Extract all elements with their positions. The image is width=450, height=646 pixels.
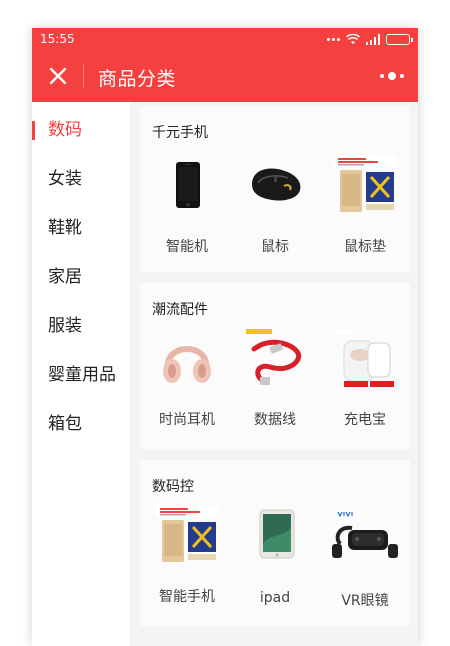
section-budget-phones: 千元手机 智能机 鼠标 鼠标垫 xyxy=(140,106,410,272)
power-bank-icon xyxy=(338,329,394,387)
status-bar: 15:55 xyxy=(32,28,418,50)
product-mouse[interactable]: 鼠标 xyxy=(230,156,320,255)
phone-screen: 15:55 商品分类 数码 女装 鞋靴 家居 服装 婴童用品 箱包 千元手机 智… xyxy=(32,28,418,646)
section-title: 千元手机 xyxy=(152,125,208,141)
product-power-bank[interactable]: 充电宝 xyxy=(320,329,410,428)
sidebar-item-baby[interactable]: 婴童用品 xyxy=(32,351,130,400)
sidebar-item-digital[interactable]: 数码 xyxy=(32,106,130,155)
product-data-cable[interactable]: 数据线 xyxy=(230,329,320,428)
sidebar-item-home[interactable]: 家居 xyxy=(32,253,130,302)
status-icons xyxy=(327,33,413,45)
section-trendy-accessories: 潮流配件 时尚耳机 数据线 充电宝 xyxy=(140,283,410,449)
vr-headset-icon xyxy=(332,511,398,558)
product-headphones[interactable]: 时尚耳机 xyxy=(142,329,232,428)
sidebar-item-shoes[interactable]: 鞋靴 xyxy=(32,204,130,253)
promo-phone-box-icon xyxy=(156,506,218,562)
product-mousepad[interactable]: 鼠标垫 xyxy=(320,156,410,255)
section-title: 数码控 xyxy=(152,479,194,495)
notification-dots-icon xyxy=(327,37,340,41)
gaming-mouse-icon xyxy=(252,168,301,201)
signal-icon xyxy=(366,33,380,45)
header-divider xyxy=(83,64,84,88)
product-label: 时尚耳机 xyxy=(159,412,215,428)
product-vr-headset[interactable]: VR眼镜 xyxy=(320,506,410,609)
section-digital-fans: 数码控 智能手机 ipad VR眼镜 xyxy=(140,460,410,626)
sidebar-item-womens-wear[interactable]: 女装 xyxy=(32,155,130,204)
page-title: 商品分类 xyxy=(98,68,177,90)
battery-icon xyxy=(386,33,413,45)
more-options-icon[interactable] xyxy=(380,70,404,82)
black-phone-icon xyxy=(176,162,200,208)
sidebar-item-clothing[interactable]: 服装 xyxy=(32,302,130,351)
header-bar: 商品分类 xyxy=(32,50,418,102)
promo-phone-box-icon xyxy=(334,156,396,212)
wifi-icon xyxy=(346,33,360,44)
sidebar-item-bags[interactable]: 箱包 xyxy=(32,400,130,449)
product-smart-phone[interactable]: 智能手机 xyxy=(142,506,232,605)
product-label: 鼠标垫 xyxy=(344,239,386,255)
product-label: 数据线 xyxy=(254,412,296,428)
tablet-icon xyxy=(259,509,295,559)
product-label: 智能机 xyxy=(166,239,208,255)
section-title: 潮流配件 xyxy=(152,302,208,318)
product-smartphone[interactable]: 智能机 xyxy=(142,156,232,255)
product-label: 鼠标 xyxy=(261,239,289,255)
status-time: 15:55 xyxy=(40,32,75,46)
close-icon[interactable] xyxy=(42,60,74,92)
rose-gold-headphones-icon xyxy=(163,346,211,383)
product-label: 智能手机 xyxy=(159,589,215,605)
product-label: 充电宝 xyxy=(344,412,386,428)
product-ipad[interactable]: ipad xyxy=(230,506,320,606)
category-sidebar: 数码 女装 鞋靴 家居 服装 婴童用品 箱包 xyxy=(32,102,130,646)
red-usb-cable-icon xyxy=(246,329,302,385)
product-content: 千元手机 智能机 鼠标 鼠标垫 潮流配件 时尚耳机 数据线 充电宝 数码控 智能… xyxy=(140,102,410,646)
product-label: VR眼镜 xyxy=(341,593,389,609)
product-label: ipad xyxy=(259,590,291,606)
